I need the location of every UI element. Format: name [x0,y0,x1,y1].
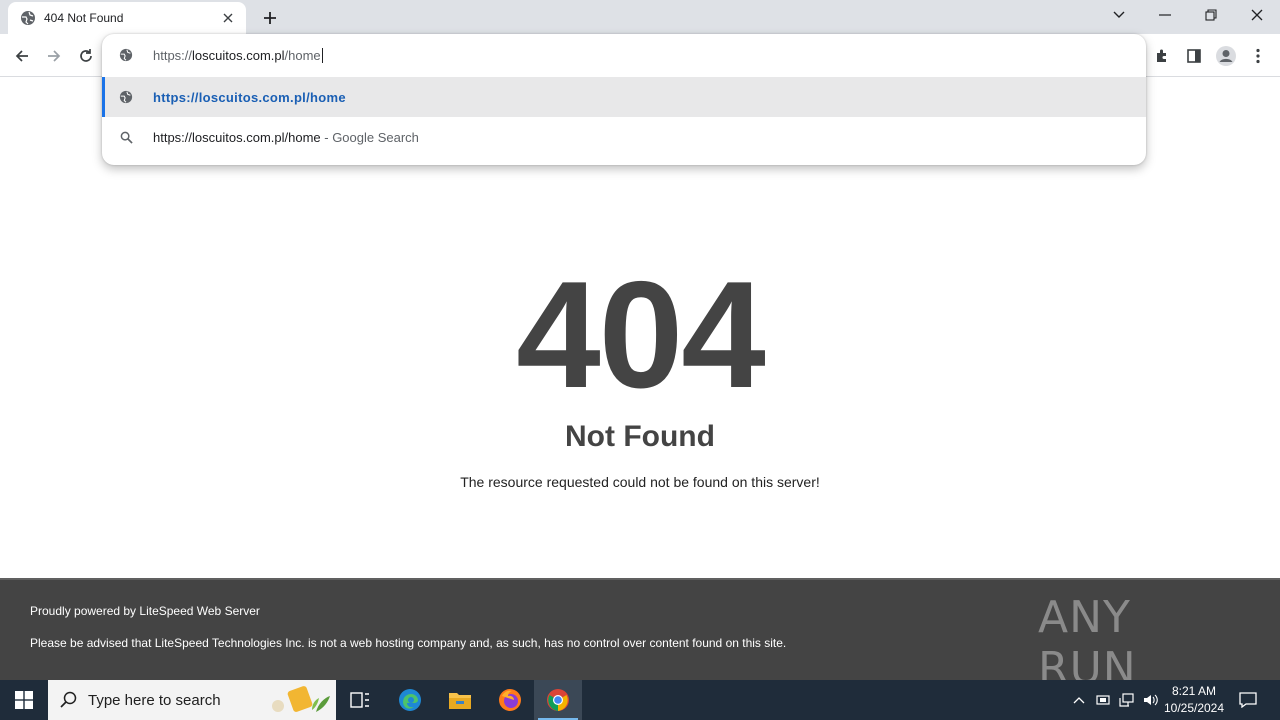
forward-arrow-icon[interactable] [40,42,68,70]
edge-browser-icon[interactable] [386,680,434,720]
taskbar-search-box[interactable]: Type here to search [48,680,336,720]
suggestion-search-sub: - Google Search [320,129,419,145]
firefox-icon[interactable] [486,680,534,720]
watermark-text: ANY RUN [1038,592,1137,694]
error-heading: Not Found [565,420,715,453]
search-icon [60,691,77,708]
windows-taskbar: Type here to search 8:21 AM 10/25/2024 [0,680,1280,720]
windows-start-icon[interactable] [0,680,48,720]
error-code: 404 [516,250,766,420]
search-icon [118,129,134,145]
tab-active[interactable]: 404 Not Found [8,2,246,34]
close-icon[interactable] [220,10,236,26]
clock-time: 8:21 AM [1171,684,1217,698]
suggestion-search[interactable]: https://loscuitos.com.pl/home - Google S… [102,117,1146,157]
reload-icon[interactable] [72,42,100,70]
file-explorer-icon[interactable] [436,680,484,720]
volume-icon[interactable] [1140,680,1162,720]
taskbar-clock[interactable]: 8:21 AM 10/25/2024 [1160,683,1228,717]
clock-date: 10/25/2024 [1163,701,1225,715]
globe-icon [118,89,134,105]
globe-icon [118,47,134,63]
search-placeholder: Type here to search [88,691,221,709]
address-bar[interactable]: https://loscuitos.com.pl/home [102,34,1146,76]
tab-search-chevron-icon[interactable] [1096,0,1142,30]
anyrun-watermark: ANY RUN [1038,592,1238,694]
profile-avatar-icon[interactable] [1212,42,1240,70]
text-caret [321,47,323,63]
url-scheme: https:// [153,47,193,63]
tab-strip: 404 Not Found [0,0,1280,34]
url-host: loscuitos.com.pl [192,47,285,63]
new-tab-button[interactable] [258,6,282,30]
search-highlight-icon [272,686,330,712]
meet-now-icon[interactable] [1093,680,1113,720]
url-path: /home [284,47,321,63]
footer-powered-by: Proudly powered by LiteSpeed Web Server [30,604,260,618]
omnibox-dropdown: https://loscuitos.com.pl/home https://lo… [102,34,1146,165]
globe-icon [20,10,36,26]
page-footer: Proudly powered by LiteSpeed Web Server … [0,578,1280,694]
menu-kebab-icon[interactable] [1244,42,1272,70]
address-input[interactable]: https://loscuitos.com.pl/home [153,47,323,63]
notification-icon[interactable] [1234,680,1262,720]
error-message: The resource requested could not be foun… [460,474,820,490]
minimize-icon[interactable] [1142,0,1188,30]
network-icon[interactable] [1116,680,1138,720]
task-view-icon[interactable] [336,680,384,720]
extensions-puzzle-icon[interactable] [1148,42,1176,70]
chrome-icon[interactable] [534,680,582,720]
footer-notice: Please be advised that LiteSpeed Technol… [30,636,787,650]
back-arrow-icon[interactable] [8,42,36,70]
selection-indicator [102,77,105,117]
suggestion-url-text: https://loscuitos.com.pl/home [153,89,346,105]
suggestion-url[interactable]: https://loscuitos.com.pl/home [102,77,1146,117]
close-window-icon[interactable] [1234,0,1280,30]
tray-chevron-up-icon[interactable] [1068,680,1090,720]
tab-title: 404 Not Found [44,11,124,25]
restore-icon[interactable] [1188,0,1234,30]
side-panel-icon[interactable] [1180,42,1208,70]
suggestion-search-text: https://loscuitos.com.pl/home [153,129,321,145]
